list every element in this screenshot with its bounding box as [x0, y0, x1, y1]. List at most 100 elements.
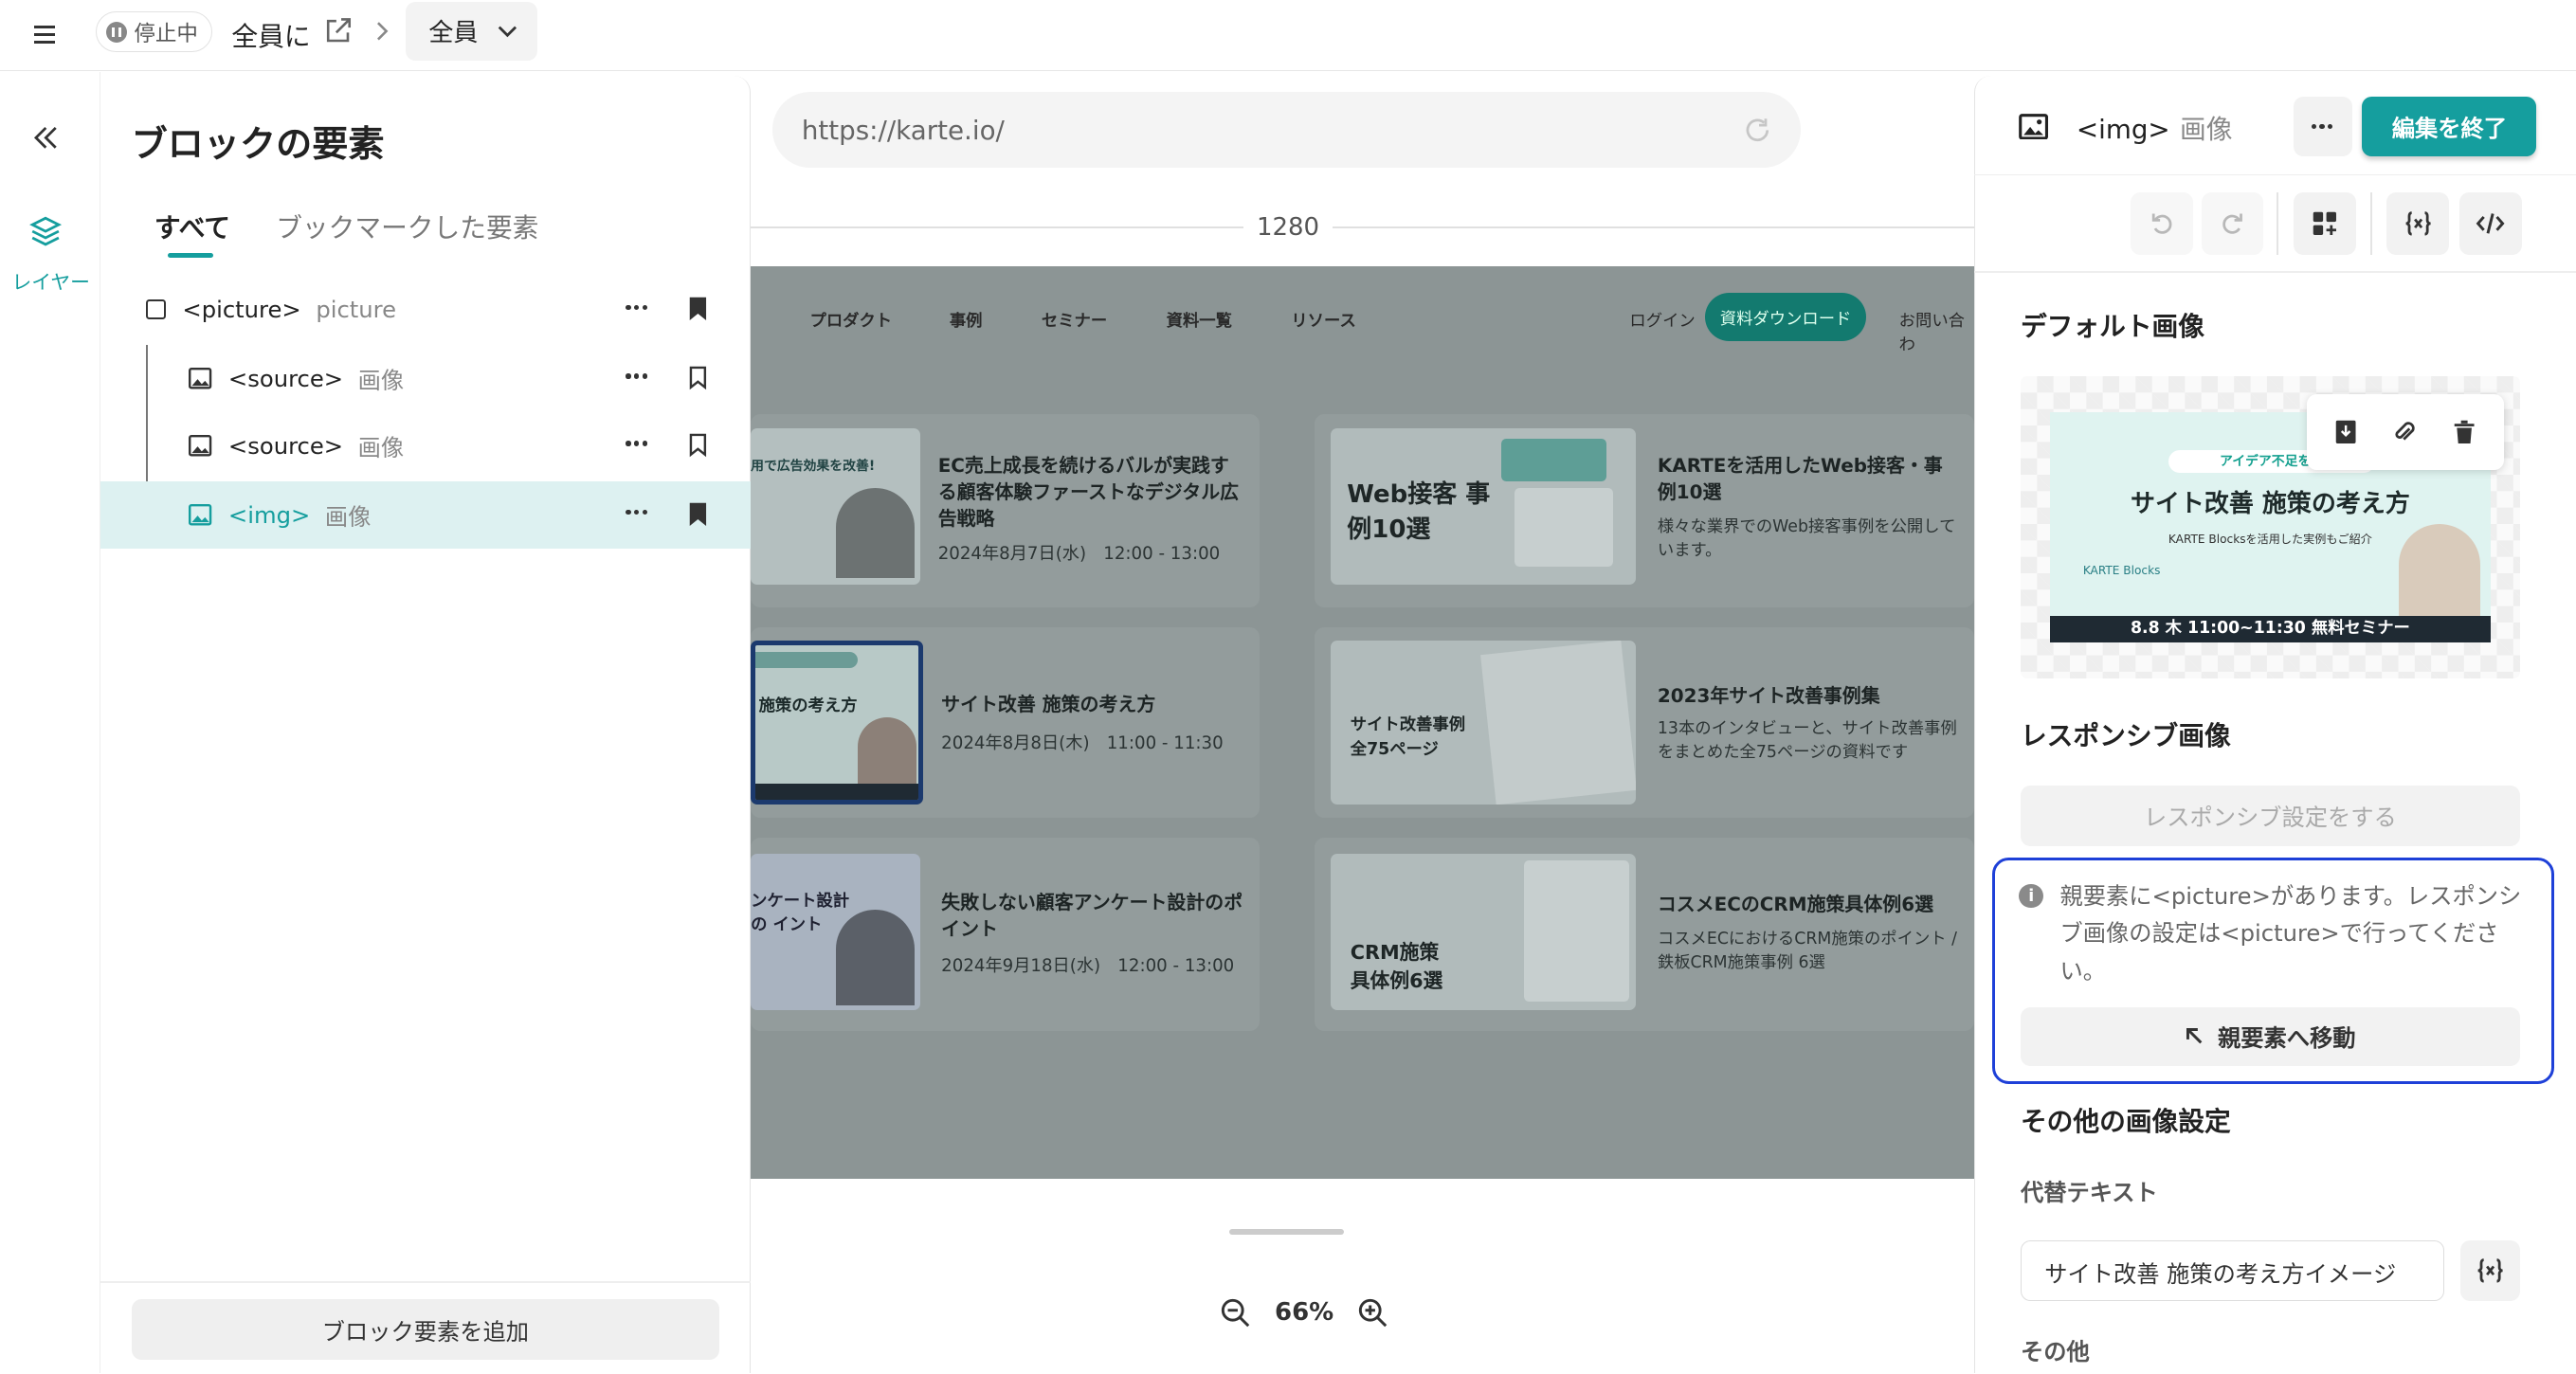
- code-button[interactable]: [2458, 191, 2522, 255]
- site-login[interactable]: ログイン: [1629, 307, 1695, 331]
- site-nav-item[interactable]: 資料一覧: [1167, 307, 1232, 331]
- redo-icon: [2222, 213, 2242, 234]
- segment-label: 全員: [428, 19, 479, 48]
- tree-item-tag: <img>: [227, 500, 311, 529]
- zoom-control: 66%: [1219, 1296, 1389, 1329]
- variables-button[interactable]: [2386, 191, 2450, 255]
- bookmark-outline-icon[interactable]: [688, 365, 708, 391]
- site-download-button[interactable]: 資料ダウンロード: [1705, 292, 1867, 342]
- tab-bookmarked[interactable]: ブックマークした要素: [276, 207, 538, 244]
- thumbnail-graphic: [1501, 438, 1607, 481]
- more-button[interactable]: [2293, 97, 2353, 156]
- undo-icon: [2151, 213, 2172, 234]
- bookmark-outline-icon[interactable]: [688, 432, 708, 459]
- site-nav-item[interactable]: プロダクト: [810, 307, 893, 331]
- more-icon[interactable]: [626, 298, 648, 315]
- thumbnail-graphic: [1480, 640, 1637, 805]
- menu-icon[interactable]: [27, 18, 63, 51]
- tree-item-kind: 画像: [357, 434, 405, 462]
- more-icon[interactable]: [626, 504, 648, 520]
- tree-item-source-1[interactable]: <source> 画像: [100, 345, 751, 412]
- site-nav-item[interactable]: セミナー: [1042, 307, 1107, 331]
- card-thumbnail-selected[interactable]: 施策の考え方: [751, 640, 924, 805]
- site-contact[interactable]: お問い合わ: [1899, 307, 1975, 354]
- code-icon: [2476, 212, 2505, 234]
- status-label: 停止中: [134, 21, 198, 46]
- more-icon[interactable]: [626, 368, 648, 384]
- more-icon[interactable]: [626, 435, 648, 451]
- site-nav-item[interactable]: 事例: [950, 307, 983, 331]
- audience-label[interactable]: 全員に: [231, 15, 310, 53]
- chevron-down-icon: [498, 26, 517, 38]
- card-thumbnail: サイト改善事例 全75ページ: [1330, 640, 1637, 805]
- redo-button[interactable]: [2201, 191, 2264, 255]
- card-title: EC売上成長を続けるバルが実践する顧客体験ファーストなデジタル広告戦略: [937, 455, 1240, 530]
- add-block-element-button[interactable]: ブロック要素を追加: [131, 1299, 720, 1361]
- card-date: 2024年8月8日(木) 11:00 - 11:30: [941, 732, 1224, 753]
- bookmark-filled-icon[interactable]: [688, 501, 708, 528]
- site-preview[interactable]: プロダクト 事例 セミナー 資料一覧 リソース ログイン 資料ダウンロード お問…: [751, 265, 1975, 1180]
- tab-all[interactable]: すべて: [154, 207, 230, 244]
- divider: [2370, 191, 2372, 255]
- insert-variable-button[interactable]: [2460, 1239, 2520, 1301]
- divider: [2277, 191, 2279, 255]
- layers-label[interactable]: レイヤー: [9, 266, 94, 295]
- url-bar[interactable]: https://karte.io/: [771, 92, 1801, 168]
- variable-icon: [2405, 211, 2431, 236]
- finish-editing-button[interactable]: 編集を終了: [2362, 97, 2537, 156]
- undo-button[interactable]: [2131, 191, 2193, 255]
- alt-text-input[interactable]: サイト改善 施策の考え方イメージ: [2020, 1239, 2445, 1301]
- tree-item-img[interactable]: <img> 画像: [100, 480, 752, 549]
- tree-item-tag: <source>: [227, 365, 344, 393]
- trash-icon[interactable]: [2453, 419, 2476, 445]
- card-date: 2024年8月7日(水) 12:00 - 13:00: [937, 544, 1221, 565]
- external-link-icon[interactable]: [323, 16, 353, 45]
- go-to-parent-label: 親要素へ移動: [2217, 1024, 2356, 1053]
- card-desc: コスメECにおけるCRM施策のポイント / 鉄板CRM施策事例 6選: [1657, 930, 1957, 972]
- attach-icon[interactable]: [2393, 419, 2416, 445]
- tree-item-source-2[interactable]: <source> 画像: [100, 412, 751, 479]
- bookmark-filled-icon[interactable]: [688, 296, 708, 322]
- responsive-settings-button[interactable]: レスポンシブ設定をする: [2020, 785, 2520, 846]
- zoom-out-icon[interactable]: [1219, 1296, 1252, 1329]
- banner-title: サイト改善 施策の考え方: [2130, 490, 2410, 519]
- card-title: 2023年サイト改善事例集: [1657, 685, 1880, 708]
- collapse-panel-icon[interactable]: [29, 121, 63, 154]
- resize-handle[interactable]: [1228, 1228, 1344, 1236]
- pause-icon: [105, 21, 128, 44]
- card-desc: 13本のインタビューと、サイト改善事例をまとめた全75ページの資料です: [1657, 719, 1957, 762]
- thumbnail-text: 施策の考え方: [758, 696, 858, 715]
- tab-active-indicator: [167, 252, 214, 259]
- divider: [1974, 270, 2576, 273]
- other-settings-heading: その他の画像設定: [2020, 1106, 2231, 1138]
- selected-tag: <img>: [2076, 114, 2170, 146]
- panel-title: ブロックの要素: [131, 123, 385, 166]
- selected-element-title: <img> 画像: [2077, 108, 2233, 146]
- segment-select[interactable]: 全員: [406, 1, 537, 62]
- go-to-parent-button[interactable]: 親要素へ移動: [2020, 1006, 2520, 1066]
- status-badge[interactable]: 停止中: [95, 11, 212, 53]
- add-block-button[interactable]: [2293, 191, 2356, 255]
- thumbnail-footer: [755, 783, 919, 800]
- layers-icon[interactable]: [27, 213, 63, 249]
- reload-icon[interactable]: [1741, 114, 1774, 147]
- site-nav-item[interactable]: リソース: [1291, 307, 1355, 331]
- more-icon: [2311, 118, 2334, 135]
- thumbnail-graphic: [1524, 860, 1630, 1003]
- block-elements-panel: [100, 75, 752, 1374]
- card-thumbnail: ンケート設計の イント: [751, 854, 920, 1010]
- banner-brand: KARTE Blocks: [2082, 563, 2161, 577]
- thumbnail-text: ンケート設計の イント: [751, 891, 850, 934]
- upload-icon[interactable]: [2334, 419, 2357, 445]
- width-label: 1280: [1243, 213, 1333, 243]
- tree-item-kind: 画像: [324, 502, 372, 531]
- card-title: KARTEを活用したWeb接客・事例10選: [1657, 455, 1943, 504]
- zoom-in-icon[interactable]: [1356, 1296, 1389, 1329]
- thumbnail-text: サイト改善事例 全75ページ: [1350, 715, 1466, 760]
- card-title: サイト改善 施策の考え方: [941, 693, 1156, 715]
- thumbnail-text: CRM施策 具体例6選: [1350, 941, 1443, 992]
- tree-item-tag: <source>: [227, 432, 344, 461]
- image-icon: [189, 435, 212, 457]
- image-toolbar: [2306, 393, 2504, 470]
- tree-item-picture[interactable]: <picture> picture: [100, 276, 751, 343]
